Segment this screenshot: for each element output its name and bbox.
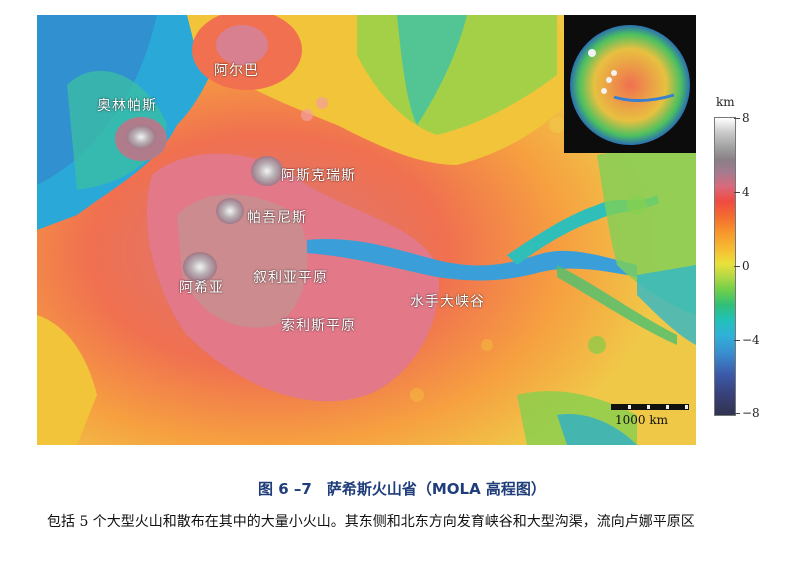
figure-caption-body: 包括 5 个大型火山和散布在其中的大量小火山。其东侧和北东方向发育峡谷和大型沟渠…	[47, 514, 695, 530]
elevation-colorbar	[714, 117, 736, 416]
colorbar-tick	[734, 340, 740, 341]
label-olympus: 奥林帕斯	[97, 98, 157, 114]
label-syria: 叙利亚平原	[253, 270, 328, 286]
colorbar-tick-label: −8	[742, 406, 760, 420]
label-pavonis: 帕吾尼斯	[247, 210, 307, 226]
colorbar-unit: km	[716, 95, 735, 109]
colorbar-tick-label: 8	[742, 111, 750, 125]
label-alba: 阿尔巴	[214, 63, 259, 79]
colorbar-tick	[734, 413, 740, 414]
label-valles: 水手大峡谷	[410, 294, 485, 310]
label-arsia: 阿希亚	[179, 280, 224, 296]
colorbar-tick	[734, 118, 740, 119]
inset-globe-graphic	[564, 15, 696, 153]
colorbar-tick	[734, 192, 740, 193]
scale-bar-line	[611, 404, 689, 410]
scale-bar: 1000 km	[611, 398, 689, 438]
colorbar-tick-label: 0	[742, 259, 750, 273]
label-solis: 索利斯平原	[281, 318, 356, 334]
colorbar-tick-label: 4	[742, 185, 750, 199]
label-ascraeus: 阿斯克瑞斯	[281, 168, 356, 184]
colorbar-tick-label: −4	[742, 333, 760, 347]
figure-caption-title: 图 6 –7 萨希斯火山省（MOLA 高程图）	[258, 480, 546, 498]
elevation-map: 阿尔巴 奥林帕斯 阿斯克瑞斯 帕吾尼斯 叙利亚平原 阿希亚 水手大峡谷 索利斯平…	[37, 15, 696, 445]
colorbar-tick	[734, 266, 740, 267]
scale-bar-label: 1000 km	[615, 413, 669, 427]
inset-globe-map	[564, 15, 696, 153]
